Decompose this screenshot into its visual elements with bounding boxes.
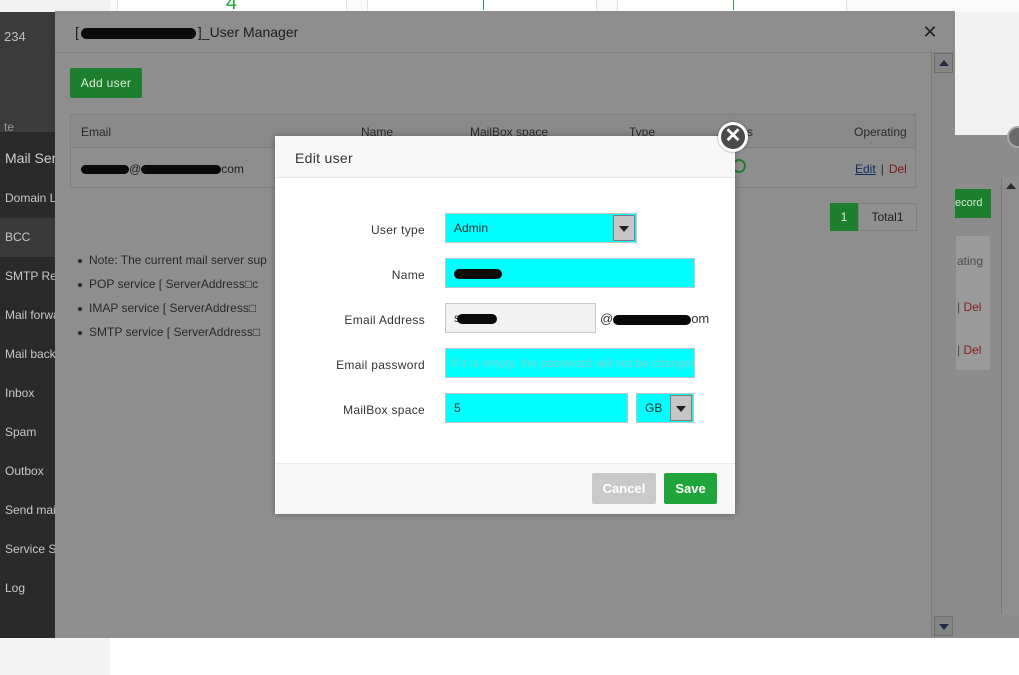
name-label: Name [391,268,425,282]
user-type-select[interactable]: Admin [445,213,637,243]
column-operating: Operating [854,125,907,139]
delete-link[interactable]: Del [963,300,981,314]
edit-user-dialog: Edit user ✕ User type Admin Name Email A… [275,122,748,514]
note-line: IMAP service [ ServerAddress□ [77,301,257,315]
redacted-email-user [457,313,497,324]
dialog-header: Edit user [275,136,735,178]
note-line: SMTP service [ ServerAddress□ [77,325,261,339]
user-manager-title: []_User Manager [75,24,299,40]
left-panel-top-text: 234 [4,29,26,44]
menu-item-send-mail[interactable]: Send mail [0,491,56,530]
redacted-name [454,268,502,279]
scroll-up-icon[interactable] [1006,183,1016,189]
email-address-input[interactable]: s [445,303,596,333]
right-panel-header: ating [957,254,984,268]
mailbox-space-input[interactable]: 5 [445,393,628,423]
delete-link[interactable]: Del [889,162,907,176]
left-panel: 234 te Mail Server Domain List BCC SMTP … [0,12,56,638]
dialog-title: Edit user [295,150,353,166]
menu-item-mail-backup[interactable]: Mail backup [0,335,56,374]
email-address-label: Email Address [344,313,425,327]
menu-item-inbox[interactable]: Inbox [0,374,56,413]
email-password-input[interactable]: If it is empty, the password will not be… [445,348,695,378]
menu-item-mail-forward[interactable]: Mail forward [0,296,56,335]
right-panel-row: | Del [957,343,982,357]
name-input[interactable] [445,258,695,288]
left-panel-title: Mail Server [5,150,56,166]
scroll-up-button[interactable] [934,53,953,73]
page-bottom [0,638,1019,675]
user-manager-header: []_User Manager ✕ [55,11,955,53]
page-button-1[interactable]: 1 [830,203,858,231]
save-button[interactable]: Save [664,473,717,504]
note-line: POP service [ ServerAddress□c [77,277,259,291]
redacted-email-domain [141,165,222,175]
right-panel-scrollbar[interactable] [1001,178,1019,614]
delete-link[interactable]: Del [963,343,981,357]
menu-item-smtp-relay[interactable]: SMTP Relay [0,257,56,296]
menu-item-outbox[interactable]: Outbox [0,452,56,491]
mailbox-unit-select[interactable]: GB [636,393,694,423]
email-domain-suffix: @ om [600,311,710,326]
user-manager-scrollbar[interactable] [931,53,955,638]
arrow-up-icon [939,60,949,66]
email-password-label: Email password [336,358,425,372]
redacted-domain [80,27,196,39]
redacted-email-domain [613,314,692,325]
mailbox-space-label: MailBox space [343,403,425,417]
user-type-label: User type [370,223,425,237]
pagination: 1 Total1 [830,203,917,231]
chevron-down-icon[interactable] [670,395,692,421]
menu-item-log[interactable]: Log [0,569,56,608]
left-panel-sub-text: te [4,120,15,134]
arrow-down-icon [939,624,949,630]
add-user-button[interactable]: Add user [70,68,142,98]
right-panel-row: | Del [957,300,982,314]
dialog-close-icon[interactable]: ✕ [718,122,748,152]
note-line: Note: The current mail server sup [78,253,267,267]
row-operations: Edit | Del [855,162,907,176]
scroll-down-button[interactable] [934,616,953,636]
chevron-down-icon[interactable] [613,215,635,241]
edit-link[interactable]: Edit [855,162,876,176]
redacted-email-user [81,165,129,175]
pagination-total: Total1 [858,203,917,231]
column-email: Email [81,125,112,139]
mailbox-unit-value: GB [645,401,663,415]
menu-item-spam[interactable]: Spam [0,413,56,452]
row-email: @ com [81,162,244,176]
user-manager-close-icon[interactable]: ✕ [921,23,939,41]
user-type-value: Admin [454,221,489,235]
add-record-button[interactable]: ecord [955,189,991,218]
menu-item-domain-list[interactable]: Domain List [0,179,56,218]
menu-item-service-status[interactable]: Service Status [0,530,56,569]
menu-item-bcc[interactable]: BCC [0,218,56,257]
cancel-button[interactable]: Cancel [592,473,656,504]
